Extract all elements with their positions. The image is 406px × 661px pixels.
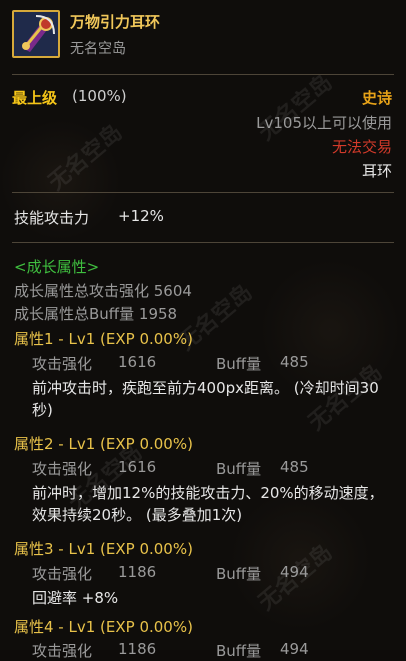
divider xyxy=(12,192,394,193)
item-name: 万物引力耳环 xyxy=(70,13,161,31)
rarity-label: 史诗 xyxy=(361,89,392,107)
trade-restriction: 无法交易 xyxy=(331,138,392,156)
attribute-1-header: 属性1 - Lv1 (EXP 0.00%) xyxy=(14,330,193,348)
skill-attack-value: +12% xyxy=(118,207,164,225)
attribute-4-attack-label: 攻击强化 xyxy=(32,642,93,660)
attribute-4-header: 属性4 - Lv1 (EXP 0.00%) xyxy=(14,618,193,636)
growth-total-attack: 成长属性总攻击强化 5604 xyxy=(14,282,192,300)
skill-attack-label: 技能攻击力 xyxy=(14,209,90,227)
attribute-1-description: 前冲攻击时，疾跑至前方400px距离。 (冷却时间30秒) xyxy=(32,379,379,419)
earring-icon xyxy=(12,10,60,58)
attribute-1-buff-label: Buff量 xyxy=(216,355,262,373)
attribute-1-buff-value: 485 xyxy=(280,353,309,371)
attribute-2-buff-value: 485 xyxy=(280,458,309,476)
attribute-4-buff-label: Buff量 xyxy=(216,642,262,660)
divider xyxy=(12,74,394,75)
growth-header: <成长属性> xyxy=(14,258,100,276)
attribute-3-attack-value: 1186 xyxy=(118,563,157,581)
attribute-2-description: 前冲时，增加12%的技能攻击力、20%的移动速度，效果持续20秒。 (最多叠加1… xyxy=(32,484,384,524)
level-requirement: Lv105以上可以使用 xyxy=(256,114,392,132)
item-source: 无名空岛 xyxy=(70,41,126,57)
grade-percent: (100%) xyxy=(72,87,127,105)
attribute-4-buff-value: 494 xyxy=(280,640,309,658)
divider xyxy=(12,242,394,243)
attribute-3-header: 属性3 - Lv1 (EXP 0.00%) xyxy=(14,540,193,558)
attribute-2-attack-value: 1616 xyxy=(118,458,157,476)
attribute-3-attack-label: 攻击强化 xyxy=(32,565,93,583)
attribute-2-header: 属性2 - Lv1 (EXP 0.00%) xyxy=(14,435,193,453)
attribute-3-buff-label: Buff量 xyxy=(216,565,262,583)
attribute-1-attack-label: 攻击强化 xyxy=(32,355,93,373)
equipment-slot: 耳环 xyxy=(361,162,392,180)
attribute-1-attack-value: 1616 xyxy=(118,353,157,371)
grade-name: 最上级 xyxy=(12,89,58,107)
growth-total-buff: 成长属性总Buff量 1958 xyxy=(14,305,178,323)
attribute-4-attack-value: 1186 xyxy=(118,640,157,658)
attribute-3-buff-value: 494 xyxy=(280,563,309,581)
attribute-3-description: 回避率 +8% xyxy=(32,589,119,607)
attribute-2-buff-label: Buff量 xyxy=(216,460,262,478)
attribute-2-attack-label: 攻击强化 xyxy=(32,460,93,478)
